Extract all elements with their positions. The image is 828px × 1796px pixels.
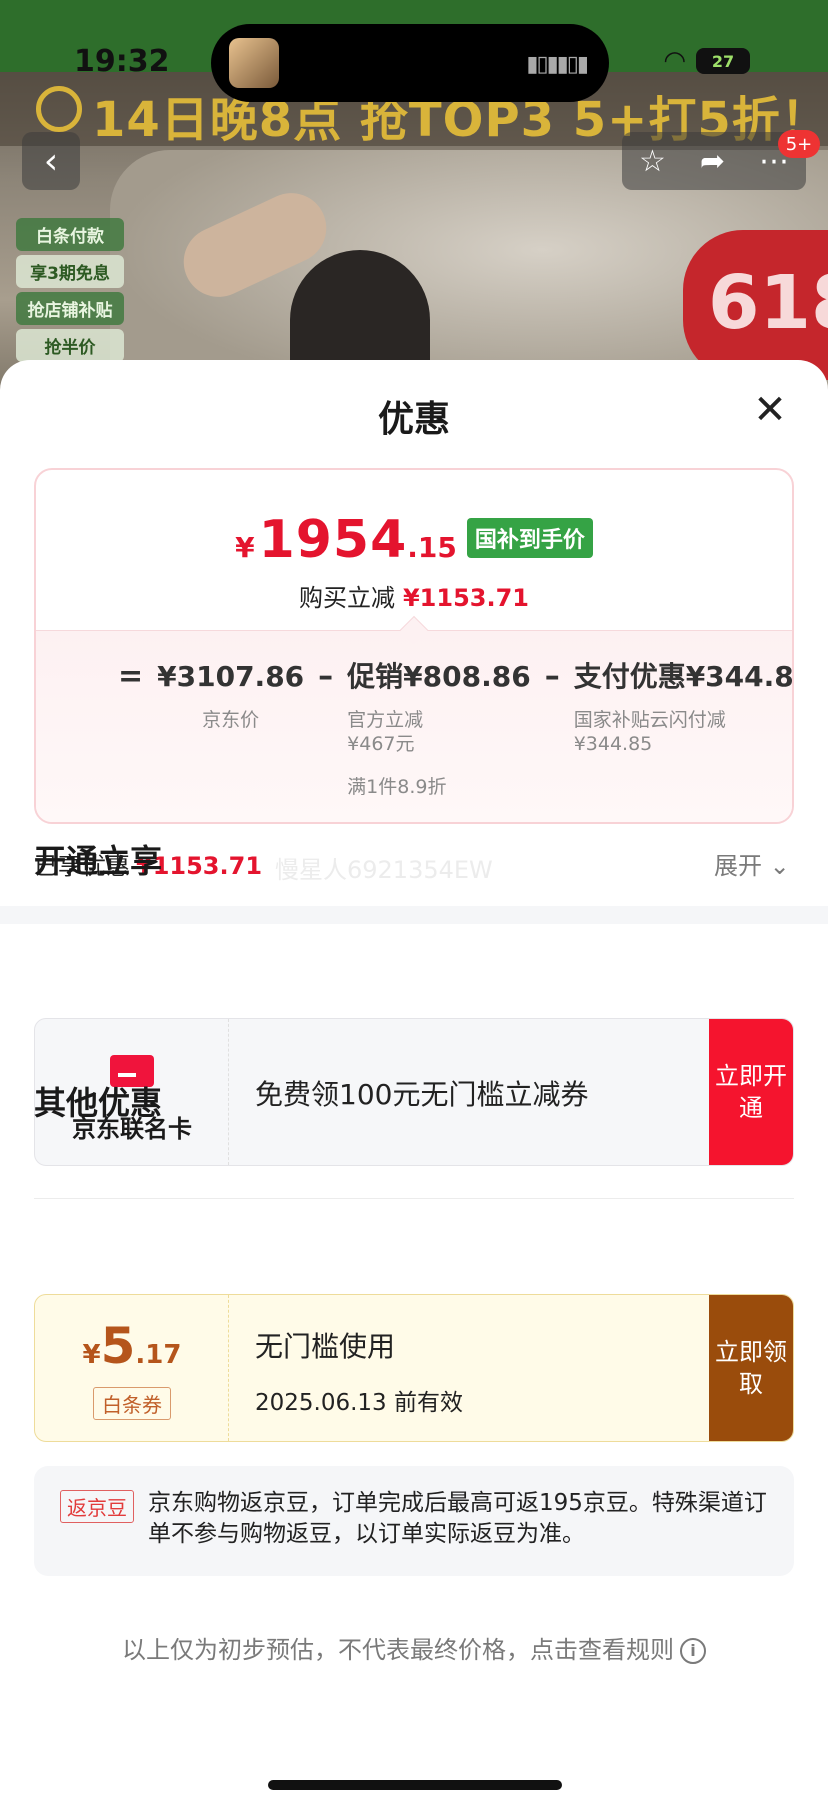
promo-value: 促销¥808.86 — [347, 660, 531, 693]
badge-618-text: 618 — [708, 260, 828, 346]
notification-badge: 5+ — [778, 130, 820, 158]
side-tag: 享3期免息 — [16, 255, 124, 288]
coupon-currency: ¥ — [82, 1340, 101, 1370]
coupon-validity: 2025.06.13 前有效 — [255, 1390, 463, 1416]
final-price-integer: 1954 — [258, 510, 408, 570]
side-tag: 抢半价 — [16, 329, 124, 362]
coupon-decimal: .17 — [135, 1340, 182, 1370]
payment-sub-label: 国家补贴云闪付减 — [573, 709, 726, 731]
status-icons: ◠ 27 — [663, 46, 750, 76]
sheet-title: 优惠 — [377, 399, 450, 440]
side-tag: 白条付款 — [16, 218, 124, 251]
promo-discount-rule: 满1件8.9折 — [347, 776, 447, 798]
saving-line: 购买立减 ¥1153.71 — [36, 578, 792, 613]
open-section-title: 开通立享 — [34, 842, 163, 880]
final-price-currency: ¥ — [235, 531, 255, 564]
coupon-integer: 5 — [100, 1317, 136, 1375]
baitiao-coupon[interactable]: ¥ 5 .17 白条券 无门槛使用 2025.06.13 前有效 立即领取 — [34, 1294, 794, 1442]
open-now-button[interactable]: 立即开通 — [709, 1019, 793, 1165]
final-price-decimal: .15 — [407, 531, 457, 564]
status-time: 19:32 — [74, 44, 170, 79]
close-icon[interactable]: ✕ — [750, 390, 790, 430]
promo-sub-amount: ¥467元 — [347, 733, 415, 755]
coupon-condition: 无门槛使用 — [255, 1330, 396, 1363]
payment-sub-amount: ¥344.85 — [573, 733, 653, 755]
coupon-amount: ¥ 5 .17 — [35, 1317, 229, 1375]
section-divider — [0, 906, 828, 924]
now-playing-avatar — [229, 38, 279, 88]
minus-sign: – — [544, 659, 560, 694]
info-icon: i — [680, 1638, 706, 1664]
saving-label: 购买立减 — [298, 584, 395, 612]
rules-disclaimer[interactable]: 以上仅为初步预估，不代表最终价格，点击查看规则 i — [0, 1630, 828, 1665]
favorite-star-icon[interactable]: ☆ — [639, 144, 666, 179]
home-indicator — [268, 1780, 562, 1790]
share-icon[interactable]: ➦ — [700, 144, 725, 179]
base-price-label: 京东价 — [202, 709, 260, 731]
coupon-type-badge: 白条券 — [93, 1387, 171, 1420]
card-offer-description: 免费领100元无门槛立减券 — [255, 1078, 589, 1111]
expand-label: 展开 — [714, 852, 762, 880]
coupon-left: ¥ 5 .17 白条券 — [35, 1295, 229, 1441]
discount-sheet: 优惠 ✕ ¥ 1954 .15 国补到手价 购买立减 ¥1153.71 = ¥31… — [0, 360, 828, 1796]
back-button[interactable]: ‹ — [22, 132, 80, 190]
jd-bean-rebate-info: 返京豆 京东购物返京豆，订单完成后最高可返195京豆。特殊渠道订单不参与购物返豆… — [34, 1466, 794, 1576]
base-price-value: ¥3107.86 — [157, 660, 305, 693]
bean-rebate-text: 京东购物返京豆，订单完成后最高可返195京豆。特殊渠道订单不参与购物返豆，以订单… — [148, 1490, 767, 1547]
bean-rebate-tag: 返京豆 — [60, 1490, 134, 1523]
payment-discount-value: 支付优惠¥344.85 — [573, 660, 794, 693]
section-divider-line — [34, 1198, 794, 1199]
audio-wave-icon: ▮▯▮▮▯▮ — [526, 52, 589, 77]
chevron-down-icon: ⌄ — [769, 852, 790, 880]
watermark: 慢星人6921354EW — [275, 856, 493, 884]
base-price-term: ¥3107.86 京东价 — [157, 658, 304, 732]
alarm-clock-icon — [36, 86, 82, 132]
price-formula: = ¥3107.86 京东价 – 促销¥808.86 官方立减 ¥467元 满1… — [104, 658, 794, 799]
disclaimer-text: 以上仅为初步预估，不代表最终价格，点击查看规则 — [122, 1636, 674, 1664]
expand-button[interactable]: 展开 ⌄ — [714, 846, 790, 881]
minus-sign: – — [318, 659, 334, 694]
other-section-title: 其他优惠 — [34, 1084, 163, 1122]
claim-now-button[interactable]: 立即领取 — [709, 1295, 793, 1441]
promo-sub-label: 官方立减 — [347, 709, 424, 731]
chevron-left-icon: ‹ — [43, 140, 59, 182]
side-tag: 抢店铺补贴 — [16, 292, 124, 325]
subsidy-price-tag: 国补到手价 — [466, 518, 593, 558]
price-breakdown-card: ¥ 1954 .15 国补到手价 购买立减 ¥1153.71 = ¥3107.86… — [34, 468, 794, 824]
saving-value: ¥1153.71 — [402, 584, 529, 612]
battery-icon: 27 — [696, 48, 750, 74]
equals-sign: = — [118, 659, 144, 694]
payment-term: 支付优惠¥344.85 国家补贴云闪付减 ¥344.85 — [573, 658, 794, 756]
final-price: ¥ 1954 .15 国补到手价 — [36, 510, 792, 570]
badge-618: 618 — [683, 230, 828, 380]
wifi-icon: ◠ — [663, 46, 686, 76]
side-promo-tags: 白条付款 享3期免息 抢店铺补贴 抢半价 — [16, 218, 124, 366]
dynamic-island: ▮▯▮▮▯▮ — [211, 24, 609, 102]
promo-term: 促销¥808.86 官方立减 ¥467元 满1件8.9折 — [347, 658, 531, 799]
